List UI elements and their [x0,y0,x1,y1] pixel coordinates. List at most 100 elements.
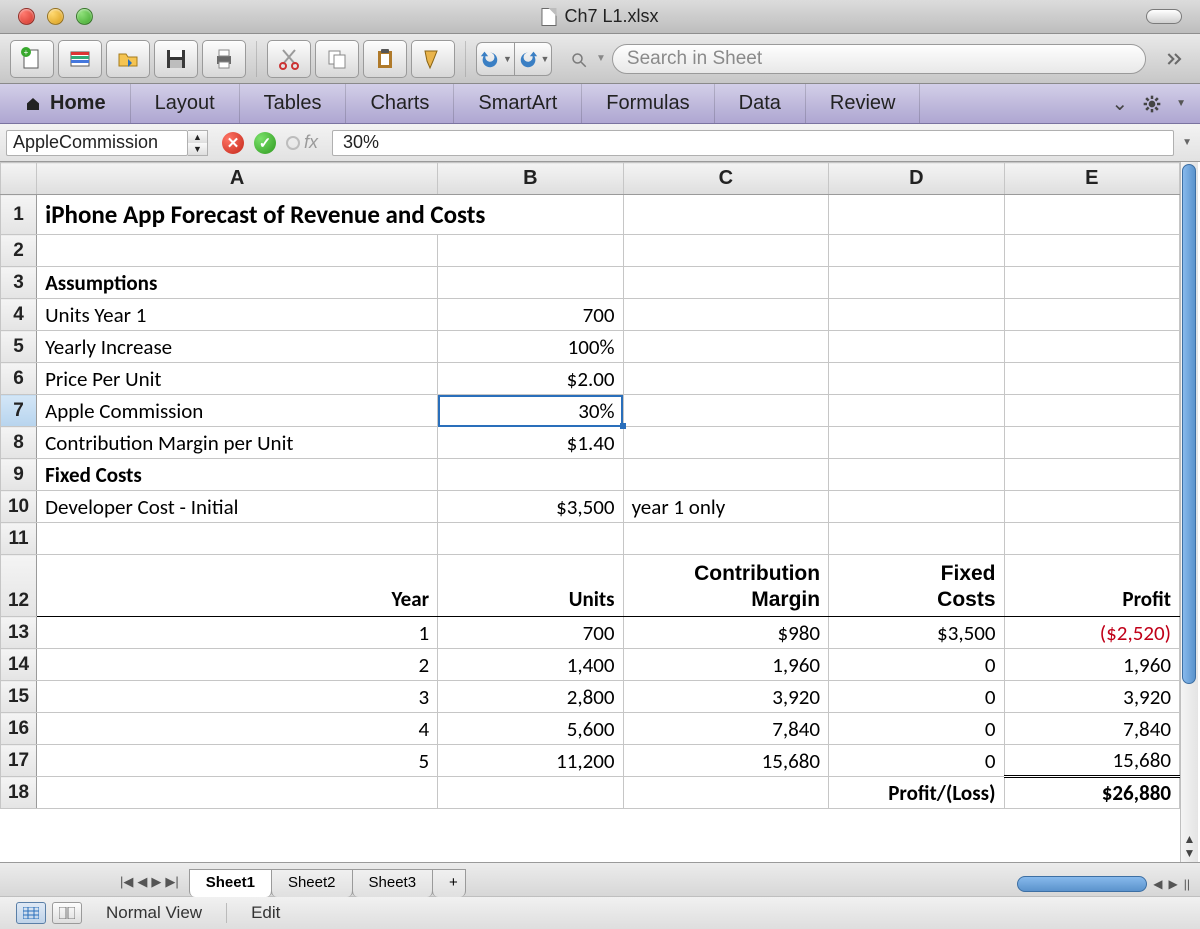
cell-D15[interactable]: 0 [829,681,1004,713]
sheet-tab-1[interactable]: Sheet1 [189,869,272,897]
cell-C14[interactable]: 1,960 [623,649,829,681]
format-painter-button[interactable] [411,40,455,78]
print-button[interactable] [202,40,246,78]
sheet-tab-2[interactable]: Sheet2 [271,869,353,897]
cell-D18[interactable]: Profit/(Loss) [829,777,1004,809]
cell-B6[interactable]: $2.00 [438,363,623,395]
cell-C5[interactable] [623,331,829,363]
open-button[interactable] [106,40,150,78]
cell-B10[interactable]: $3,500 [438,491,623,523]
ribbon-collapse-button[interactable]: ⌄ [1111,91,1128,116]
cell-B15[interactable]: 2,800 [438,681,623,713]
cell-A17[interactable]: 5 [37,745,438,777]
close-window-button[interactable] [18,8,35,25]
cut-button[interactable] [267,40,311,78]
cell-D14[interactable]: 0 [829,649,1004,681]
cell-B3[interactable] [438,267,623,299]
name-box[interactable]: AppleCommission [6,130,188,156]
cell-E13[interactable]: ($2,520) [1004,617,1179,649]
minimize-window-button[interactable] [47,8,64,25]
cell-E4[interactable] [1004,299,1179,331]
cell-B2[interactable] [438,235,623,267]
formula-bar-expand[interactable]: ▼ [1182,137,1192,148]
horizontal-scrollbar[interactable]: ◀▶|| [465,876,1200,896]
cell-A3[interactable]: Assumptions [37,267,438,299]
cell-A18[interactable] [37,777,438,809]
cell-B5[interactable]: 100% [438,331,623,363]
cell-A2[interactable] [37,235,438,267]
cell-A5[interactable]: Yearly Increase [37,331,438,363]
cell-B7[interactable]: 30% [438,395,623,427]
ribbon-tab-home[interactable]: Home [0,84,131,123]
cell-B9[interactable] [438,459,623,491]
cancel-formula-button[interactable]: ✕ [222,132,244,154]
cell-E11[interactable] [1004,523,1179,555]
cell-C13[interactable]: $980 [623,617,829,649]
cell-D1[interactable] [829,195,1004,235]
cell-B14[interactable]: 1,400 [438,649,623,681]
col-header-A[interactable]: A [37,163,438,195]
ribbon-tab-layout[interactable]: Layout [131,84,240,123]
vertical-scroll-thumb[interactable] [1182,164,1196,684]
cell-D17[interactable]: 0 [829,745,1004,777]
col-header-E[interactable]: E [1004,163,1179,195]
cell-E7[interactable] [1004,395,1179,427]
cell-A14[interactable]: 2 [37,649,438,681]
cell-D9[interactable] [829,459,1004,491]
cell-A12[interactable]: Year [37,555,438,617]
row-header[interactable]: 6 [1,363,37,395]
cell-A11[interactable] [37,523,438,555]
cell-D7[interactable] [829,395,1004,427]
row-header[interactable]: 11 [1,523,37,555]
worksheet-grid[interactable]: A B C D E 1 iPhone App Forecast of Reven… [0,162,1200,862]
toolbar-pill-button[interactable] [1146,9,1182,24]
cell-C4[interactable] [623,299,829,331]
zoom-window-button[interactable] [76,8,93,25]
cell-C11[interactable] [623,523,829,555]
toolbar-overflow-button[interactable] [1160,44,1190,74]
row-header[interactable]: 2 [1,235,37,267]
cell-E8[interactable] [1004,427,1179,459]
cell-D16[interactable]: 0 [829,713,1004,745]
cell-A13[interactable]: 1 [37,617,438,649]
search-input[interactable]: Search in Sheet [612,44,1146,74]
cell-B13[interactable]: 700 [438,617,623,649]
cell-E3[interactable] [1004,267,1179,299]
cell-E2[interactable] [1004,235,1179,267]
select-all-corner[interactable] [1,163,37,195]
ribbon-tab-smartart[interactable]: SmartArt [454,84,582,123]
cell-C1[interactable] [623,195,829,235]
ribbon-tab-tables[interactable]: Tables [240,84,347,123]
row-header[interactable]: 12 [1,555,37,617]
cell-C3[interactable] [623,267,829,299]
cell-C10[interactable]: year 1 only [623,491,829,523]
name-box-stepper[interactable]: ▲▼ [188,130,208,156]
cell-A8[interactable]: Contribution Margin per Unit [37,427,438,459]
row-header[interactable]: 7 [1,395,37,427]
cell-E6[interactable] [1004,363,1179,395]
row-header[interactable]: 13 [1,617,37,649]
undo-button[interactable]: ▼ [476,42,514,76]
row-header[interactable]: 4 [1,299,37,331]
row-header[interactable]: 3 [1,267,37,299]
cell-A9[interactable]: Fixed Costs [37,459,438,491]
row-header[interactable]: 17 [1,745,37,777]
row-header[interactable]: 5 [1,331,37,363]
cell-E14[interactable]: 1,960 [1004,649,1179,681]
ribbon-tab-charts[interactable]: Charts [346,84,454,123]
cell-A16[interactable]: 4 [37,713,438,745]
row-header[interactable]: 8 [1,427,37,459]
row-header[interactable]: 16 [1,713,37,745]
cell-A4[interactable]: Units Year 1 [37,299,438,331]
cell-B17[interactable]: 11,200 [438,745,623,777]
formula-input[interactable]: 30% [332,130,1174,156]
cell-E12[interactable]: Profit [1004,555,1179,617]
row-header[interactable]: 14 [1,649,37,681]
cell-E1[interactable] [1004,195,1179,235]
cell-D6[interactable] [829,363,1004,395]
cell-B12[interactable]: Units [438,555,623,617]
col-header-D[interactable]: D [829,163,1004,195]
cell-E15[interactable]: 3,920 [1004,681,1179,713]
page-layout-view-button[interactable] [52,902,82,924]
cell-D4[interactable] [829,299,1004,331]
